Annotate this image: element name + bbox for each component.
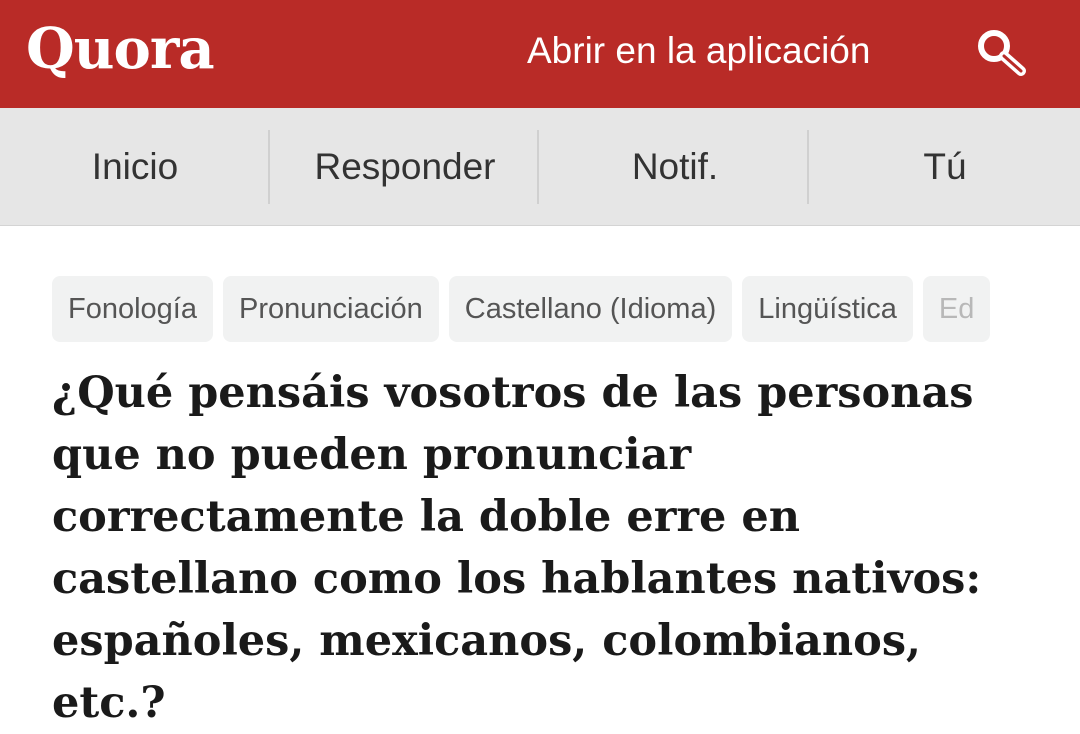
open-in-app-link[interactable]: Abrir en la aplicación xyxy=(527,26,870,76)
top-bar: Quora Abrir en la aplicación xyxy=(0,0,1080,108)
nav-item-notif[interactable]: Notif. xyxy=(540,108,810,226)
topic-chip-fonologia[interactable]: Fonología xyxy=(52,276,213,342)
question-title[interactable]: ¿Qué pensáis vosotros de las personas qu… xyxy=(52,362,1042,734)
search-icon[interactable] xyxy=(974,26,1030,82)
nav-item-tu[interactable]: Tú xyxy=(810,108,1080,226)
main-nav: Inicio Responder Notif. Tú xyxy=(0,108,1080,226)
topic-chip-pronunciacion[interactable]: Pronunciación xyxy=(223,276,439,342)
topic-chips: Fonología Pronunciación Castellano (Idioma… xyxy=(52,276,1080,342)
topic-chip-ed[interactable]: Ed xyxy=(922,276,991,342)
topic-chip-castellano[interactable]: Castellano (Idioma) xyxy=(448,276,733,342)
nav-item-inicio[interactable]: Inicio xyxy=(0,108,270,226)
topic-chip-linguistica[interactable]: Lingüística xyxy=(742,276,913,342)
nav-divider xyxy=(537,130,539,204)
nav-item-responder[interactable]: Responder xyxy=(270,108,540,226)
quora-logo[interactable]: Quora xyxy=(26,14,215,84)
nav-divider xyxy=(807,130,809,204)
